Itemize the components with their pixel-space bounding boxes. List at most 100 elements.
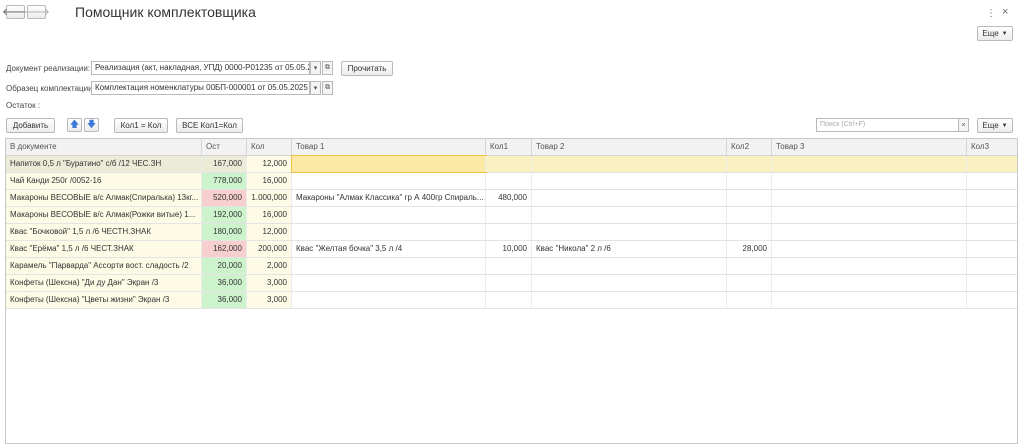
- table-row[interactable]: Макароны ВЕСОВЫЕ в/с Алмак(Спиралька) 13…: [6, 190, 1017, 207]
- cell-k2[interactable]: [727, 190, 772, 206]
- column-header-t3[interactable]: Товар 3: [772, 139, 967, 156]
- cell-k1[interactable]: [486, 292, 532, 308]
- dropdown-button[interactable]: ▾: [310, 81, 321, 95]
- cell-ost[interactable]: 192,000: [202, 207, 247, 223]
- column-header-k1[interactable]: Кол1: [486, 139, 532, 156]
- cell-kol[interactable]: 16,000: [247, 207, 292, 223]
- move-up-button[interactable]: 🡅: [67, 118, 82, 132]
- cell-t2[interactable]: [532, 207, 727, 223]
- table-row[interactable]: Конфеты (Шексна) "Цветы жизни" Экран /3 3…: [6, 292, 1017, 309]
- cell-k2[interactable]: [727, 207, 772, 223]
- table-row[interactable]: Карамель "Парварда" Ассорти вост. сладос…: [6, 258, 1017, 275]
- move-down-button[interactable]: 🡇: [84, 118, 99, 132]
- cell-k3[interactable]: [967, 241, 1017, 257]
- cell-t1[interactable]: Макароны "Алмак Классика" гр А 400гр Спи…: [292, 190, 486, 206]
- cell-k3[interactable]: [967, 224, 1017, 240]
- column-header-ost[interactable]: Ост: [202, 139, 247, 156]
- dropdown-button[interactable]: ▾: [310, 61, 321, 75]
- column-header-t2[interactable]: Товар 2: [532, 139, 727, 156]
- cell-k3[interactable]: [967, 292, 1017, 308]
- cell-k1[interactable]: [486, 224, 532, 240]
- cell-t1[interactable]: [292, 207, 486, 223]
- cell-t3[interactable]: [772, 275, 967, 291]
- column-header-k2[interactable]: Кол2: [727, 139, 772, 156]
- document-field[interactable]: Реализация (акт, накладная, УПД) 0000-Р0…: [91, 61, 310, 75]
- table-more-button[interactable]: Еще ▼: [977, 118, 1013, 133]
- cell-kol[interactable]: 3,000: [247, 275, 292, 291]
- cell-doc[interactable]: Карамель "Парварда" Ассорти вост. сладос…: [6, 258, 202, 274]
- cell-t1[interactable]: [292, 275, 486, 291]
- cell-ost[interactable]: 162,000: [202, 241, 247, 257]
- cell-t2[interactable]: [532, 224, 727, 240]
- clear-search-button[interactable]: ×: [958, 118, 969, 132]
- cell-k3[interactable]: [967, 258, 1017, 274]
- table-row[interactable]: Конфеты (Шексна) "Ди ду Дан" Экран /3 36,…: [6, 275, 1017, 292]
- cell-doc[interactable]: Макароны ВЕСОВЫЕ в/с Алмак(Спиралька) 13…: [6, 190, 202, 206]
- cell-doc[interactable]: Напиток 0,5 л "Буратино" с/б /12 ЧЕС.ЗН: [6, 156, 202, 172]
- cell-k1[interactable]: 10,000: [486, 241, 532, 257]
- cell-t1[interactable]: [291, 155, 487, 173]
- close-icon[interactable]: ×: [1002, 6, 1008, 18]
- cell-kol[interactable]: 12,000: [247, 224, 292, 240]
- cell-doc[interactable]: Конфеты (Шексна) "Ди ду Дан" Экран /3: [6, 275, 202, 291]
- cell-k2[interactable]: 28,000: [727, 241, 772, 257]
- cell-k3[interactable]: [967, 173, 1017, 189]
- cell-t3[interactable]: [772, 173, 967, 189]
- cell-ost[interactable]: 36,000: [202, 275, 247, 291]
- cell-kol[interactable]: 16,000: [247, 173, 292, 189]
- cell-k2[interactable]: [727, 173, 772, 189]
- cell-k3[interactable]: [967, 275, 1017, 291]
- cell-k2[interactable]: [727, 258, 772, 274]
- cell-k2[interactable]: [727, 156, 772, 172]
- cell-k3[interactable]: [967, 190, 1017, 206]
- table-row[interactable]: Напиток 0,5 л "Буратино" с/б /12 ЧЕС.ЗН 1…: [6, 155, 1017, 173]
- cell-t2[interactable]: [532, 275, 727, 291]
- cell-ost[interactable]: 167,000: [202, 156, 247, 172]
- cell-t1[interactable]: [292, 224, 486, 240]
- add-button[interactable]: Добавить: [6, 118, 55, 133]
- table-row[interactable]: Квас "Ерёма" 1,5 л /6 ЧЕСТ.ЗНАК 162,000 20…: [6, 241, 1017, 258]
- cell-doc[interactable]: Макароны ВЕСОВЫЕ в/с Алмак(Рожки витые) …: [6, 207, 202, 223]
- cell-kol[interactable]: 3,000: [247, 292, 292, 308]
- cell-ost[interactable]: 20,000: [202, 258, 247, 274]
- cell-ost[interactable]: 36,000: [202, 292, 247, 308]
- cell-k1[interactable]: [486, 173, 532, 189]
- search-input[interactable]: Поиск (Ctrl+F): [816, 118, 964, 132]
- cell-t2[interactable]: [532, 190, 727, 206]
- cell-ost[interactable]: 778,000: [202, 173, 247, 189]
- table-row[interactable]: Чай Канди 250г /0052-16 778,000 16,000: [6, 173, 1017, 190]
- table-row[interactable]: Квас "Бочковой" 1,5 л /6 ЧЕСТН.ЗНАК 180,0…: [6, 224, 1017, 241]
- cell-kol[interactable]: 2,000: [247, 258, 292, 274]
- column-header-doc[interactable]: В документе: [6, 139, 202, 156]
- cell-t2[interactable]: [532, 156, 727, 172]
- cell-k1[interactable]: [486, 275, 532, 291]
- cell-t2[interactable]: Квас "Никола" 2 л /6: [532, 241, 727, 257]
- cell-kol[interactable]: 200,000: [247, 241, 292, 257]
- column-header-kol[interactable]: Кол: [247, 139, 292, 156]
- cell-k1[interactable]: [486, 207, 532, 223]
- cell-k2[interactable]: [727, 292, 772, 308]
- cell-t3[interactable]: [772, 224, 967, 240]
- open-link-button[interactable]: ⧉: [322, 61, 333, 75]
- cell-t1[interactable]: [292, 173, 486, 189]
- cell-t3[interactable]: [772, 292, 967, 308]
- cell-doc[interactable]: Квас "Ерёма" 1,5 л /6 ЧЕСТ.ЗНАК: [6, 241, 202, 257]
- more-menu-icon[interactable]: ⋮: [986, 8, 996, 19]
- cell-kol[interactable]: 12,000: [247, 156, 292, 172]
- cell-k3[interactable]: [967, 207, 1017, 223]
- column-header-k3[interactable]: Кол3: [967, 139, 1017, 156]
- cell-t2[interactable]: [532, 292, 727, 308]
- cell-kol[interactable]: 1.000,000: [247, 190, 292, 206]
- open-link-button[interactable]: ⧉: [322, 81, 333, 95]
- cell-ost[interactable]: 520,000: [202, 190, 247, 206]
- cell-k2[interactable]: [727, 275, 772, 291]
- cell-doc[interactable]: Квас "Бочковой" 1,5 л /6 ЧЕСТН.ЗНАК: [6, 224, 202, 240]
- cell-t3[interactable]: [772, 258, 967, 274]
- cell-t1[interactable]: [292, 292, 486, 308]
- column-header-t1[interactable]: Товар 1: [292, 139, 486, 156]
- cell-k1[interactable]: [486, 258, 532, 274]
- header-more-button[interactable]: Еще ▼: [977, 26, 1013, 41]
- cell-doc[interactable]: Чай Канди 250г /0052-16: [6, 173, 202, 189]
- cell-t2[interactable]: [532, 258, 727, 274]
- cell-k3[interactable]: [967, 156, 1017, 172]
